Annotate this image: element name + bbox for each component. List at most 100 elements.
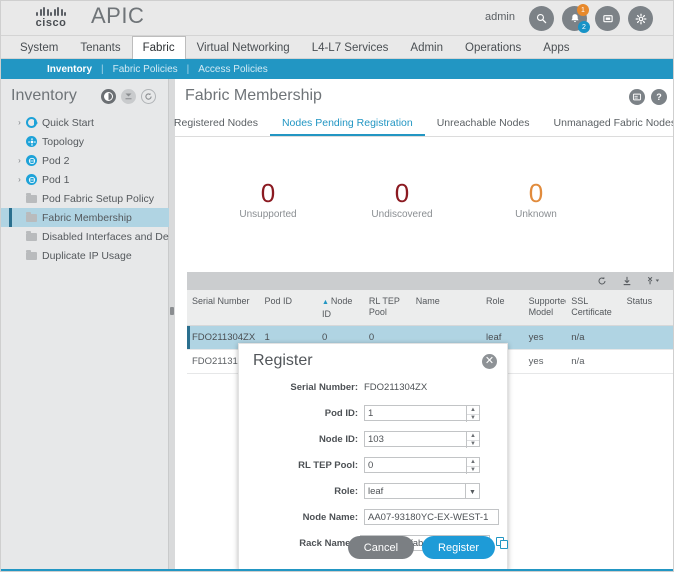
- tab-unmanaged-fabric-nodes[interactable]: Unmanaged Fabric Nodes: [542, 117, 673, 136]
- footer-accent-strip: [1, 569, 673, 571]
- node-name-input[interactable]: AA07-93180YC-EX-WEST-1: [364, 509, 499, 525]
- copy-icon[interactable]: [496, 536, 509, 550]
- chevron-right-icon[interactable]: ›: [15, 118, 24, 127]
- inventory-tree: › Quick Start Topology › Pod 2 › Pod 1 Pod Fa…: [1, 113, 169, 265]
- chevron-down-icon[interactable]: ▼: [465, 484, 479, 498]
- stepper-down-icon[interactable]: ▼: [467, 467, 479, 475]
- half-circle-toggle-icon[interactable]: [101, 89, 116, 104]
- cancel-button[interactable]: Cancel: [347, 536, 415, 559]
- sidebar-title: Inventory: [11, 87, 77, 104]
- tab-nodes-pending-registration[interactable]: Nodes Pending Registration: [269, 117, 425, 136]
- sidebar-item-pod-2[interactable]: › Pod 2: [1, 151, 169, 170]
- sidebar-item-label: Pod Fabric Setup Policy: [42, 192, 155, 205]
- close-icon[interactable]: ✕: [482, 354, 497, 369]
- serial-number-label: Serial Number:: [290, 381, 358, 393]
- column-header-label: Serial Number: [192, 296, 250, 306]
- nav-item-operations[interactable]: Operations: [454, 36, 532, 59]
- column-header-name[interactable]: Name: [410, 290, 482, 326]
- chevron-right-icon[interactable]: ›: [15, 175, 24, 184]
- column-header-label: Status: [626, 296, 653, 306]
- kpi-value: 0: [528, 178, 544, 208]
- collapse-panel-icon[interactable]: [121, 89, 136, 104]
- chevron-right-icon[interactable]: ›: [15, 156, 24, 165]
- stepper-down-icon[interactable]: ▼: [467, 415, 479, 423]
- sidebar-item-topology[interactable]: Topology: [1, 132, 169, 151]
- pod-id-label: Pod ID:: [324, 407, 358, 419]
- role-select[interactable]: leaf ▼: [364, 483, 480, 499]
- node-id-stepper[interactable]: ▲ ▼: [466, 432, 479, 448]
- table-cell: [621, 325, 673, 350]
- sidebar-item-duplicate-ip-usage[interactable]: Duplicate IP Usage: [1, 246, 169, 265]
- sidebar-item-quick-start[interactable]: › Quick Start: [1, 113, 169, 132]
- nav-item-apps[interactable]: Apps: [532, 36, 580, 59]
- settings-gear-icon[interactable]: [628, 6, 653, 31]
- subnav-item-access-policies[interactable]: Access Policies: [198, 64, 267, 75]
- subnav-item-inventory[interactable]: Inventory: [47, 64, 92, 75]
- table-view-icon[interactable]: [629, 89, 645, 105]
- search-icon[interactable]: [529, 6, 554, 31]
- column-header-rl-tep-pool[interactable]: RL TEP Pool: [363, 290, 411, 326]
- nav-item-virtual-networking[interactable]: Virtual Networking: [186, 36, 301, 59]
- column-header-supported-model[interactable]: Supported Model: [523, 290, 567, 326]
- sidebar-item-disabled-interfaces-and-decommi[interactable]: Disabled Interfaces and Decommi: [1, 227, 169, 246]
- actions-menu-icon[interactable]: [647, 276, 661, 286]
- content-tabs: Registered Nodes Nodes Pending Registrati…: [174, 113, 673, 137]
- table-cell: n/a: [566, 349, 622, 374]
- rl-tep-pool-input[interactable]: 0 ▲ ▼: [364, 457, 480, 474]
- refresh-icon[interactable]: [597, 276, 607, 286]
- pod-id-stepper[interactable]: ▲ ▼: [466, 406, 479, 422]
- column-header-label: Supported Model: [528, 296, 567, 317]
- column-header-label: RL TEP Pool: [368, 296, 400, 317]
- sidebar-item-fabric-membership[interactable]: Fabric Membership: [1, 208, 169, 227]
- tasks-icon[interactable]: [595, 6, 620, 31]
- topology-icon: [24, 136, 39, 147]
- splitter-grip[interactable]: [170, 307, 174, 315]
- field-row-role: Role: leaf ▼: [239, 480, 509, 502]
- nav-item-tenants[interactable]: Tenants: [69, 36, 131, 59]
- kpi-label: Unsupported: [239, 209, 297, 220]
- stepper-up-icon[interactable]: ▲: [467, 406, 479, 415]
- column-header-node-id[interactable]: ▲ Node ID: [316, 290, 364, 326]
- pod-id-input[interactable]: 1 ▲ ▼: [364, 405, 480, 422]
- download-icon[interactable]: [622, 276, 632, 286]
- tab-unreachable-nodes[interactable]: Unreachable Nodes: [425, 117, 542, 136]
- stepper-up-icon[interactable]: ▲: [467, 432, 479, 441]
- column-header-pod-id[interactable]: Pod ID: [259, 290, 317, 326]
- refresh-icon[interactable]: [141, 89, 156, 104]
- nav-item-admin[interactable]: Admin: [399, 36, 454, 59]
- subnav-item-fabric-policies[interactable]: Fabric Policies: [113, 64, 178, 75]
- content-header-icons: ?: [629, 89, 667, 105]
- help-icon[interactable]: ?: [651, 89, 667, 105]
- nav-item-fabric[interactable]: Fabric: [131, 36, 186, 59]
- kpi-unknown: 0 Unknown: [491, 179, 581, 220]
- secondary-nav-items: Inventory | Fabric Policies | Access Policie…: [1, 64, 268, 75]
- folder-icon: [24, 249, 39, 260]
- column-header-role[interactable]: Role: [481, 290, 524, 326]
- node-id-input[interactable]: 103 ▲ ▼: [364, 431, 480, 448]
- column-header-serial-number[interactable]: Serial Number: [187, 290, 260, 326]
- kpi-summary: 0 Unsupported 0 Undiscovered 0 Unknown: [175, 179, 673, 220]
- dialog-actions: Cancel Register: [347, 536, 495, 559]
- nav-item-system[interactable]: System: [9, 36, 69, 59]
- sidebar-item-pod-1[interactable]: › Pod 1: [1, 170, 169, 189]
- table-toolbar: [187, 272, 673, 290]
- column-header-status[interactable]: Status: [621, 290, 673, 326]
- serial-number-row: Serial Number: FDO211304ZX: [239, 376, 509, 398]
- stepper-down-icon[interactable]: ▼: [467, 441, 479, 449]
- column-header-ssl-certificate[interactable]: SSL Certificate: [566, 290, 622, 326]
- register-submit-button[interactable]: Register: [422, 536, 495, 559]
- table-cell: [621, 349, 673, 374]
- sidebar-item-label: Topology: [42, 135, 85, 148]
- alert-bell-icon[interactable]: 1 2: [562, 4, 590, 33]
- tab-registered-nodes[interactable]: Registered Nodes: [162, 117, 270, 136]
- nav-item-l4-l7-services[interactable]: L4-L7 Services: [301, 36, 400, 59]
- rl-tep-pool-stepper[interactable]: ▲ ▼: [466, 458, 479, 474]
- node-name-value: AA07-93180YC-EX-WEST-1: [368, 511, 489, 523]
- folder-icon: [24, 192, 39, 203]
- notification-count-badge: 2: [578, 21, 590, 33]
- sidebar-item-pod-fabric-setup-policy[interactable]: Pod Fabric Setup Policy: [1, 189, 169, 208]
- stepper-up-icon[interactable]: ▲: [467, 458, 479, 467]
